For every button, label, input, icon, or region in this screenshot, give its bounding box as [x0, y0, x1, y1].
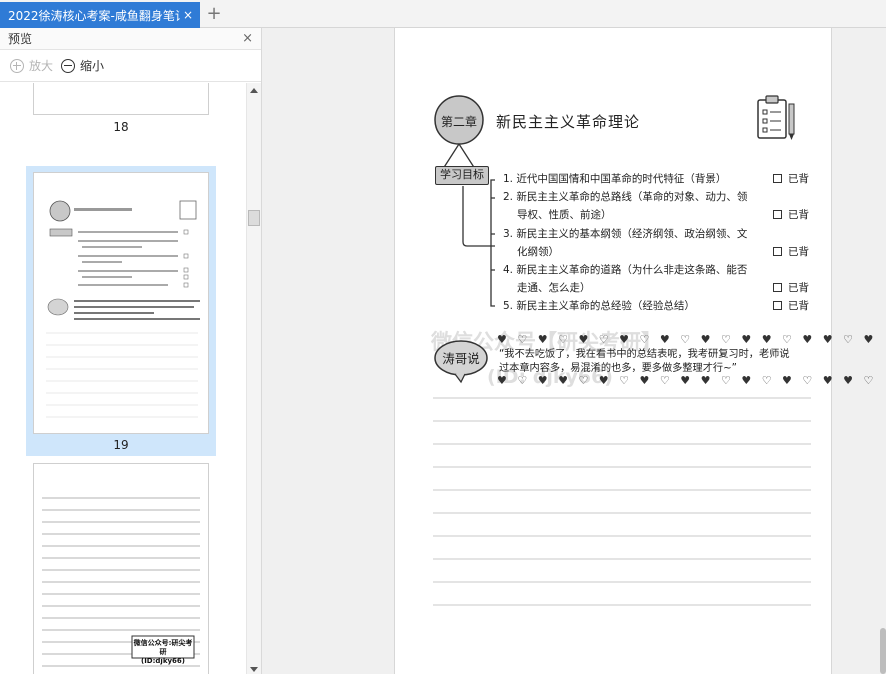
goal-bracket [462, 179, 495, 307]
preview-sidebar: 预览 × 放大 缩小 18 19 微信公众号:研尖考研 (ID:djky66) [0, 28, 262, 674]
chapter-title: 新民主主义革命理论 [496, 113, 641, 131]
heart-row-top: ♥♡♥♡♥♡♥♡♥♡♥♡♥♥♡♥♥♡♥ [497, 333, 884, 346]
goal-line: 3. 新民主主义的基本纲领（经济纲领、政治纲领、文 [503, 227, 748, 240]
scroll-down-icon[interactable] [250, 667, 258, 672]
thumbnail-stamp-line1: 微信公众号:研尖考研 [133, 639, 193, 656]
goal-item: 4. 新民主主义革命的道路（为什么非走这条路、能否 走通、怎么走） 已背 [503, 261, 823, 297]
writing-lines [433, 397, 811, 606]
checkbox-icon[interactable] [773, 246, 782, 256]
thumbnail-page-20[interactable]: 微信公众号:研尖考研 (ID:djky66) [33, 463, 209, 674]
new-tab-button[interactable]: + [204, 4, 224, 24]
sidebar-header: 预览 × [0, 28, 261, 50]
zoom-in-button[interactable]: 放大 [10, 57, 53, 74]
zoom-out-label: 缩小 [80, 59, 105, 73]
thumbnail-scrollbar[interactable] [246, 83, 261, 674]
goal-line: 4. 新民主主义革命的道路（为什么非走这条路、能否 [503, 264, 748, 277]
goal-item: 3. 新民主主义的基本纲领（经济纲领、政治纲领、文 化纲领） 已背 [503, 225, 823, 261]
clipboard-icon [757, 95, 795, 140]
thumbnail-page-18[interactable] [33, 83, 209, 115]
thumbnail-stamp: 微信公众号:研尖考研 (ID:djky66) [133, 639, 193, 666]
zoom-in-icon [10, 58, 24, 73]
scroll-up-icon[interactable] [250, 88, 258, 93]
zoom-toolbar: 放大 缩小 [0, 50, 261, 82]
thumbnail-page-19[interactable] [33, 172, 209, 434]
document-tab-title: 2022徐涛核心考案-咸鱼翻身笔记 [8, 8, 180, 23]
document-tab[interactable]: 2022徐涛核心考案-咸鱼翻身笔记 × [0, 2, 200, 28]
zoom-out-icon [61, 58, 76, 73]
zoom-in-label: 放大 [29, 59, 54, 73]
thumbnail-number-18: 18 [113, 120, 129, 134]
goal-list: 1. 近代中国国情和中国革命的时代特征（背景） 已背 2. 新民主主义革命的总路… [503, 170, 823, 316]
thumbnail-list: 18 19 微信公众号:研尖考研 (ID:djky66) [0, 83, 246, 674]
heart-row-bottom: ♥♡♥♥♡♥♡♥♡♥♥♡♥♡♥♡♥♥♡ [497, 374, 884, 387]
goal-status[interactable]: 已背 [773, 297, 809, 315]
checkbox-icon[interactable] [773, 210, 782, 220]
goal-item: 1. 近代中国国情和中国革命的时代特征（背景） 已背 [503, 170, 823, 188]
thumbnail-stamp-line2: (ID:djky66) [141, 657, 185, 665]
scrollbar-thumb[interactable] [248, 210, 260, 226]
main-scrollbar-thumb[interactable] [880, 628, 886, 674]
thumbnail-number-19: 19 [113, 438, 129, 452]
checkbox-icon[interactable] [773, 301, 782, 311]
goal-line: 2. 新民主主义革命的总路线（革命的对象、动力、领 [503, 191, 748, 204]
speaker-label: 涛哥说 [442, 351, 480, 366]
close-icon[interactable]: × [180, 8, 196, 22]
goal-status[interactable]: 已背 [773, 243, 809, 261]
goal-status[interactable]: 已背 [773, 170, 809, 188]
sidebar-title: 预览 [8, 32, 33, 46]
sidebar-close-icon[interactable]: × [242, 31, 253, 46]
goal-item: 5. 新民主主义革命的总经验（经验总结） 已背 [503, 297, 823, 315]
checkbox-icon[interactable] [773, 174, 782, 183]
goal-status[interactable]: 已背 [773, 206, 809, 224]
document-viewer: 第二章 新民主主义革命理论 学习目标 1. 近代中国国情和中国革命的时代特征（背… [263, 28, 886, 674]
quote-line: “我不去吃饭了，我在看书中的总结表呢，我考研复习时，老师说 [499, 349, 790, 360]
quote-text: “我不去吃饭了，我在看书中的总结表呢，我考研复习时，老师说 过本章内容多，易混淆… [499, 348, 819, 376]
tab-bar: 2022徐涛核心考案-咸鱼翻身笔记 × + [0, 0, 886, 28]
chapter-badge: 第二章 [440, 115, 477, 129]
thumbnail-19-preview [46, 200, 200, 418]
checkbox-icon[interactable] [773, 283, 782, 293]
goal-item: 2. 新民主主义革命的总路线（革命的对象、动力、领 导权、性质、前途） 已背 [503, 188, 823, 224]
goal-status[interactable]: 已背 [773, 279, 809, 297]
zoom-out-button[interactable]: 缩小 [61, 57, 104, 74]
document-page: 第二章 新民主主义革命理论 学习目标 1. 近代中国国情和中国革命的时代特征（背… [394, 28, 884, 674]
